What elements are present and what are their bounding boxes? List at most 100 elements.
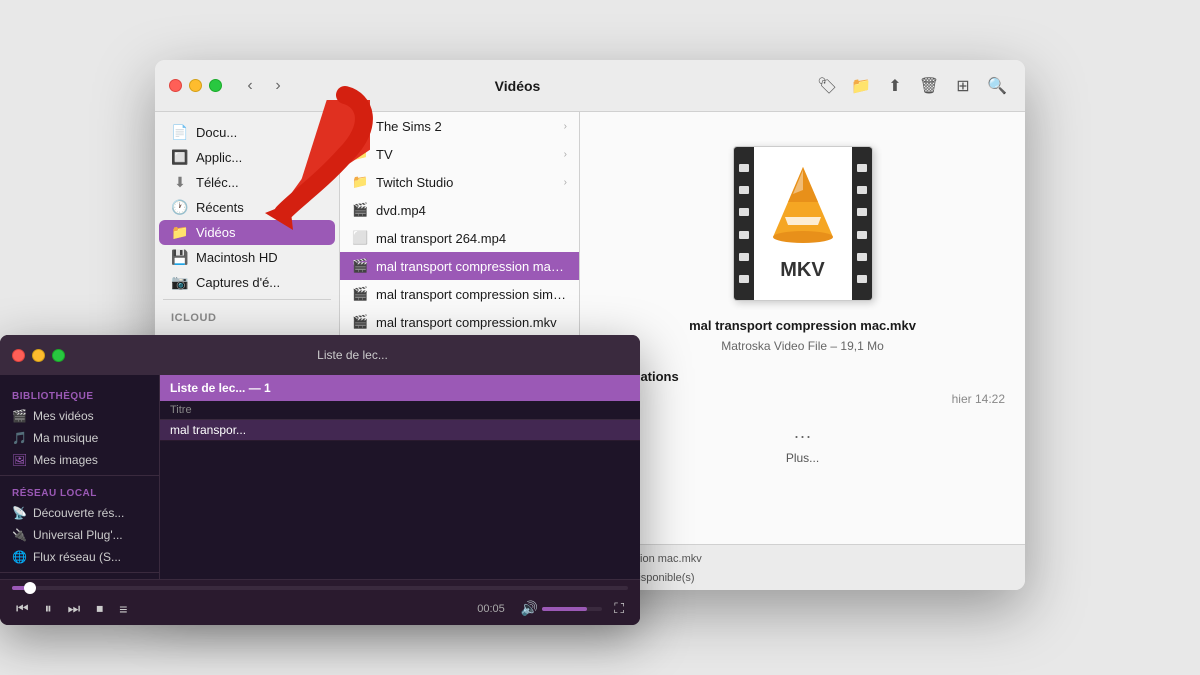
folder-icon-twitch: 📁 bbox=[352, 174, 368, 190]
vlc-divider-2 bbox=[0, 572, 159, 573]
film-hole bbox=[857, 275, 867, 283]
icloud-section-label: iCloud bbox=[155, 304, 339, 328]
file-item-mkv-selected[interactable]: 🎬 mal transport compression mac.mkv bbox=[340, 252, 579, 280]
forward-button[interactable]: › bbox=[266, 74, 290, 98]
view-button[interactable]: ⊞ bbox=[949, 72, 977, 100]
file-name-264: mal transport 264.mp4 bbox=[376, 231, 567, 246]
vlc-item-title-0: mal transpor... bbox=[170, 423, 630, 437]
sidebar-label-docs: Docu... bbox=[196, 125, 237, 140]
arrow-tv: › bbox=[564, 149, 567, 160]
vlc-sidebar-upnp[interactable]: 🔌 Universal Plug'... bbox=[0, 524, 159, 546]
file-item-264[interactable]: ⬜ mal transport 264.mp4 bbox=[340, 224, 579, 252]
vlc-close[interactable] bbox=[12, 349, 25, 362]
film-hole bbox=[739, 208, 749, 216]
film-strip-right bbox=[852, 147, 872, 300]
vlc-sidebar-ma-musique[interactable]: 🎵 Ma musique bbox=[0, 427, 159, 449]
apps-icon: 🔲 bbox=[171, 149, 189, 166]
finder-titlebar: ‹ › Vidéos 🏷 📁 ⬆ 🗑 ⊞ 🔍 bbox=[155, 60, 1025, 112]
file-name-twitch-studio: Twitch Studio bbox=[376, 175, 556, 190]
vlc-fullscreen-button[interactable]: ⛶ bbox=[610, 598, 628, 619]
sidebar-item-apps[interactable]: 🔲 Applic... bbox=[159, 145, 335, 170]
video-icon-dvd: 🎬 bbox=[352, 202, 368, 218]
vlc-volume-bar[interactable] bbox=[542, 607, 602, 611]
mkv-text-label: MKV bbox=[780, 259, 824, 282]
mes-videos-icon: 🎬 bbox=[12, 409, 27, 423]
vlc-next-button[interactable]: ⏭ bbox=[64, 598, 85, 619]
vlc-sidebar-mes-videos[interactable]: 🎬 Mes vidéos bbox=[0, 405, 159, 427]
vlc-minimize[interactable] bbox=[32, 349, 45, 362]
sidebar-label-apps: Applic... bbox=[196, 150, 242, 165]
share-button[interactable]: ⬆ bbox=[881, 72, 909, 100]
file-item-compression-mkv[interactable]: 🎬 mal transport compression.mkv bbox=[340, 308, 579, 336]
vlc-time-display: 00:05 bbox=[477, 603, 505, 615]
video-icon-simple: 🎬 bbox=[352, 286, 368, 302]
vlc-playlist-item-0[interactable]: mal transpor... bbox=[160, 420, 640, 441]
file-name-mkv-selected: mal transport compression mac.mkv bbox=[376, 259, 567, 274]
film-hole bbox=[857, 186, 867, 194]
minimize-button[interactable] bbox=[189, 79, 202, 92]
vlc-progress-thumb[interactable] bbox=[24, 582, 36, 594]
delete-button[interactable]: 🗑 bbox=[915, 72, 943, 100]
sidebar-label-macintosh: Macintosh HD bbox=[196, 250, 278, 265]
preview-more-button[interactable]: ··· Plus... bbox=[786, 426, 819, 465]
vlc-playlist-button[interactable]: ≡ bbox=[115, 599, 131, 619]
file-item-tv[interactable]: 📁 TV › bbox=[340, 140, 579, 168]
sidebar-item-telechargements[interactable]: ⬇ Téléc... bbox=[159, 170, 335, 195]
maximize-button[interactable] bbox=[209, 79, 222, 92]
file-item-compression-simple[interactable]: 🎬 mal transport compression simple.mp4 bbox=[340, 280, 579, 308]
vlc-body: BIBLIOTHÈQUE 🎬 Mes vidéos 🎵 Ma musique 🖼… bbox=[0, 375, 640, 579]
vlc-controls: ⏮ ⏸ ⏭ ⏹ ≡ 00:05 🔊 ⛶ bbox=[0, 579, 640, 625]
arrow-the-sims-2: › bbox=[564, 121, 567, 132]
sidebar-item-recents[interactable]: 🕐 Récents bbox=[159, 195, 335, 220]
vlc-sidebar-label-flux: Flux réseau (S... bbox=[33, 550, 121, 564]
preview-info-row-created: Créé le hier 14:22 bbox=[600, 392, 1005, 406]
film-hole bbox=[739, 275, 749, 283]
vlc-stop-button[interactable]: ⏹ bbox=[92, 598, 107, 619]
sidebar-label-telechargements: Téléc... bbox=[196, 175, 239, 190]
recents-icon: 🕐 bbox=[171, 199, 189, 216]
vlc-playlist-header: Liste de lec... — 1 bbox=[160, 375, 640, 401]
file-preview-icon: MKV bbox=[723, 136, 883, 306]
search-button[interactable]: 🔍 bbox=[983, 72, 1011, 100]
file-item-the-sims-2[interactable]: 📁 The Sims 2 › bbox=[340, 112, 579, 140]
vlc-play-button[interactable]: ⏸ bbox=[41, 598, 56, 619]
sidebar-item-captures[interactable]: 📷 Captures d'é... bbox=[159, 270, 335, 295]
video-icon-264: ⬜ bbox=[352, 230, 368, 246]
sidebar-item-videos[interactable]: 📁 Vidéos bbox=[159, 220, 335, 245]
vlc-volume-icon: 🔊 bbox=[521, 600, 538, 617]
download-icon: ⬇ bbox=[171, 174, 189, 191]
tag-button[interactable]: 🏷 bbox=[813, 72, 841, 100]
file-name-compression-mkv: mal transport compression.mkv bbox=[376, 315, 567, 330]
close-button[interactable] bbox=[169, 79, 182, 92]
film-hole bbox=[739, 186, 749, 194]
vlc-library-section: BIBLIOTHÈQUE bbox=[0, 383, 159, 405]
back-button[interactable]: ‹ bbox=[238, 74, 262, 98]
file-name-the-sims-2: The Sims 2 bbox=[376, 119, 556, 134]
file-page-bg: MKV bbox=[733, 146, 873, 301]
more-label: Plus... bbox=[786, 451, 819, 465]
upnp-icon: 🔌 bbox=[12, 528, 27, 542]
vlc-maximize[interactable] bbox=[52, 349, 65, 362]
file-name-dvd: dvd.mp4 bbox=[376, 203, 567, 218]
folder-icon-tv: 📁 bbox=[352, 146, 368, 162]
vlc-sidebar-decouverte[interactable]: 📡 Découverte rés... bbox=[0, 502, 159, 524]
folder-icon: 📁 bbox=[352, 118, 368, 134]
vlc-sidebar-flux[interactable]: 🌐 Flux réseau (S... bbox=[0, 546, 159, 568]
vlc-prev-button[interactable]: ⏮ bbox=[12, 598, 33, 619]
file-item-twitch-studio[interactable]: 📁 Twitch Studio › bbox=[340, 168, 579, 196]
vlc-progress-bar[interactable] bbox=[12, 586, 628, 590]
folder-button[interactable]: 📁 bbox=[847, 72, 875, 100]
vlc-sidebar-mes-images[interactable]: 🖼 Mes images bbox=[0, 449, 159, 471]
vlc-sidebar-label-images: Mes images bbox=[33, 453, 98, 467]
sidebar-item-docs[interactable]: 📄 Docu... bbox=[159, 120, 335, 145]
file-item-dvd[interactable]: 🎬 dvd.mp4 bbox=[340, 196, 579, 224]
ellipsis-icon: ··· bbox=[794, 426, 812, 447]
sidebar-item-macintosh[interactable]: 💾 Macintosh HD bbox=[159, 245, 335, 270]
vlc-cone-icon bbox=[763, 162, 843, 257]
decouverte-icon: 📡 bbox=[12, 506, 27, 520]
film-hole bbox=[857, 253, 867, 261]
vlc-sidebar-label-musique: Ma musique bbox=[33, 431, 98, 445]
vlc-col-title: Titre bbox=[170, 404, 192, 416]
preview-pane: MKV mal transport compression mac.mkv Ma… bbox=[580, 112, 1025, 544]
film-hole bbox=[739, 231, 749, 239]
